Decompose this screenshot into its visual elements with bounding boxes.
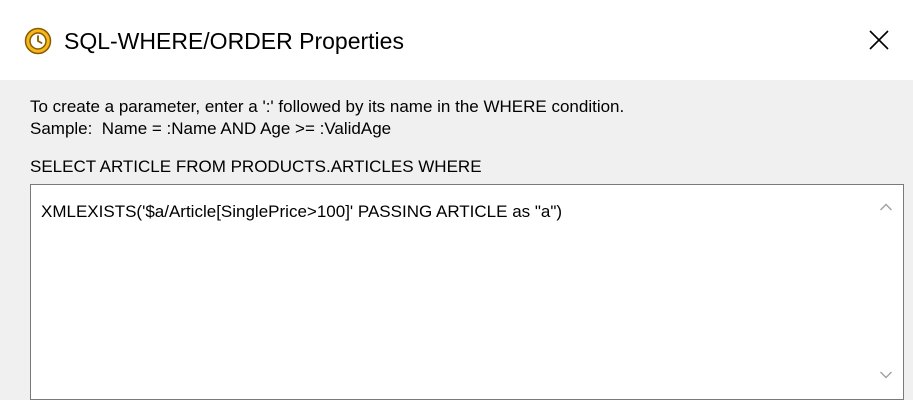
chevron-down-icon [879, 367, 893, 385]
where-condition-editor[interactable]: XMLEXISTS('$a/Article[SinglePrice>100]' … [30, 184, 904, 400]
sql-where-order-dialog: SQL-WHERE/ORDER Properties To create a p… [0, 0, 913, 400]
vertical-scrollbar[interactable] [869, 185, 903, 399]
alarm-clock-icon [24, 27, 52, 55]
sql-select-label: SELECT ARTICLE FROM PRODUCTS.ARTICLES WH… [30, 157, 482, 176]
close-icon [868, 29, 890, 51]
sample-text: Sample: Name = :Name AND Age >= :ValidAg… [30, 119, 392, 138]
where-condition-text[interactable]: XMLEXISTS('$a/Article[SinglePrice>100]' … [41, 201, 562, 223]
instruction-text: To create a parameter, enter a ':' follo… [30, 97, 625, 116]
window-title: SQL-WHERE/ORDER Properties [64, 28, 404, 54]
close-button[interactable] [845, 0, 913, 80]
scroll-up-button[interactable] [869, 191, 903, 225]
title-bar[interactable]: SQL-WHERE/ORDER Properties [0, 0, 913, 80]
scroll-down-button[interactable] [869, 359, 903, 393]
chevron-up-icon [879, 199, 893, 217]
